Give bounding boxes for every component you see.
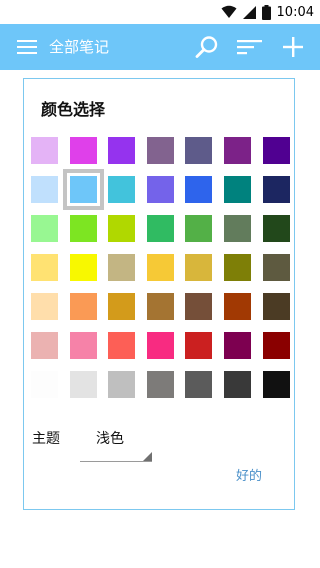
dialog-title: 颜色选择 [41,100,106,119]
status-bar: 10:04 [0,0,320,24]
color-swatch[interactable] [70,254,97,281]
color-swatch[interactable] [63,169,104,210]
status-icons: 10:04 [221,0,314,24]
color-swatch[interactable] [108,293,135,320]
theme-label: 主题 [32,431,60,447]
battery-icon [261,4,271,20]
color-swatch[interactable] [108,176,135,203]
color-swatch[interactable] [31,293,58,320]
color-swatch[interactable] [31,332,58,359]
color-swatch[interactable] [224,137,251,164]
color-swatch[interactable] [147,215,174,242]
color-swatch[interactable] [70,332,97,359]
color-swatch[interactable] [147,371,174,398]
color-swatch[interactable] [185,137,212,164]
color-swatch[interactable] [185,215,212,242]
color-swatch[interactable] [108,371,135,398]
color-swatch[interactable] [70,293,97,320]
color-picker-dialog: 颜色选择 主题 浅色 好的 [23,78,295,510]
color-swatch[interactable] [185,254,212,281]
color-swatch[interactable] [263,254,290,281]
wifi-icon [221,5,237,19]
search-icon[interactable] [195,35,219,59]
color-swatch[interactable] [224,254,251,281]
color-swatch[interactable] [224,332,251,359]
color-swatch[interactable] [70,215,97,242]
signal-icon [242,5,256,19]
color-swatch[interactable] [224,176,251,203]
color-swatch[interactable] [263,293,290,320]
color-swatch[interactable] [108,215,135,242]
color-swatch[interactable] [263,332,290,359]
color-swatch[interactable] [224,293,251,320]
color-swatch[interactable] [31,371,58,398]
add-icon[interactable] [282,36,304,58]
color-swatch[interactable] [263,215,290,242]
color-swatch[interactable] [263,371,290,398]
color-swatch[interactable] [224,371,251,398]
color-swatch[interactable] [108,332,135,359]
color-swatch[interactable] [185,293,212,320]
color-swatch[interactable] [224,215,251,242]
color-swatch[interactable] [185,371,212,398]
status-time: 10:04 [276,4,314,20]
color-swatch[interactable] [108,137,135,164]
theme-value: 浅色 [96,431,124,447]
color-swatch[interactable] [70,371,97,398]
app-toolbar: 全部笔记 [0,24,320,70]
ok-button[interactable]: 好的 [231,466,267,488]
color-swatch[interactable] [31,254,58,281]
color-swatch[interactable] [31,215,58,242]
color-swatch[interactable] [70,137,97,164]
menu-icon[interactable] [16,36,38,58]
color-swatch[interactable] [31,176,58,203]
color-swatch[interactable] [263,137,290,164]
color-swatch[interactable] [147,332,174,359]
color-swatch[interactable] [147,137,174,164]
color-swatch[interactable] [108,254,135,281]
color-swatch[interactable] [185,332,212,359]
color-swatch[interactable] [263,176,290,203]
color-swatch[interactable] [147,254,174,281]
color-swatch[interactable] [31,137,58,164]
color-swatch[interactable] [147,293,174,320]
toolbar-title[interactable]: 全部笔记 [49,36,109,58]
color-swatch[interactable] [185,176,212,203]
color-swatch[interactable] [147,176,174,203]
sort-icon[interactable] [237,36,263,58]
theme-dropdown[interactable]: 浅色 [80,419,152,462]
dropdown-arrow-icon [143,452,152,461]
